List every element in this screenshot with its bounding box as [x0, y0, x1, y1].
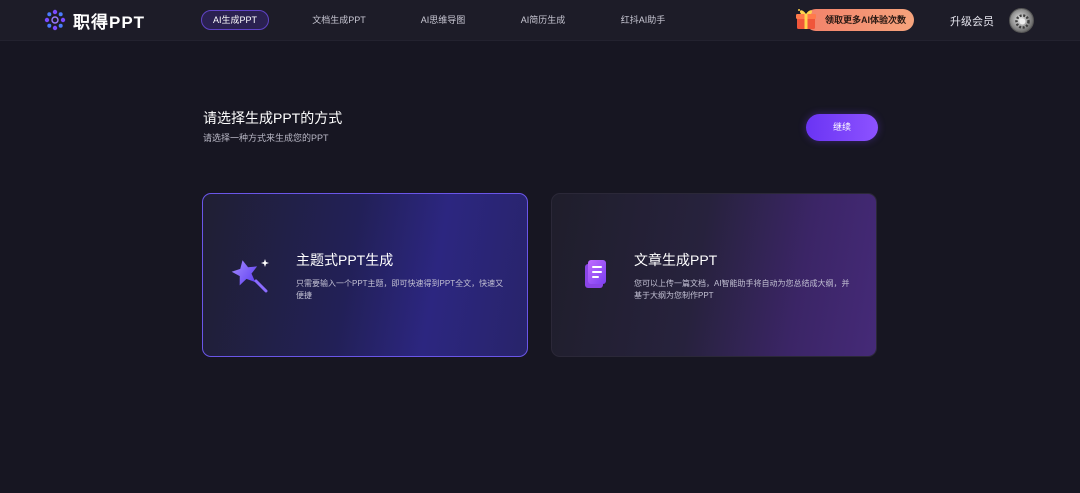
option-card-topic-ppt[interactable]: 主题式PPT生成 只需要输入一个PPT主题，即可快速得到PPT全文，快速又便捷	[202, 193, 528, 357]
option-card-article-ppt[interactable]: 文章生成PPT 您可以上传一篇文档，AI智能助手将自动为您总结成大纲，并基于大纲…	[551, 193, 877, 357]
page-title: 请选择生成PPT的方式	[203, 110, 343, 126]
page-subtitle: 请选择一种方式来生成您的PPT	[203, 133, 329, 143]
option-title: 主题式PPT生成	[296, 252, 394, 268]
logo-icon	[44, 9, 66, 31]
upgrade-membership-link[interactable]: 升级会员	[950, 13, 994, 29]
document-icon	[585, 260, 606, 288]
gift-icon	[796, 9, 816, 29]
option-description: 只需要输入一个PPT主题，即可快速得到PPT全文，快速又便捷	[296, 279, 504, 300]
tab-ai-mind-map[interactable]: AI思维导图	[410, 10, 476, 30]
avatar-gear-icon	[1015, 14, 1030, 29]
tab-ai-generate-ppt[interactable]: AI生成PPT	[201, 10, 269, 30]
claim-more-ai-uses-label: 领取更多AI体验次数	[825, 15, 907, 25]
tab-ai-resume[interactable]: AI简历生成	[510, 10, 576, 30]
option-description: 您可以上传一篇文档，AI智能助手将自动为您总结成大纲，并基于大纲为您制作PPT	[634, 279, 850, 300]
brand-name: 职得PPT	[73, 12, 146, 32]
magic-wand-icon	[231, 259, 269, 293]
option-title: 文章生成PPT	[634, 252, 718, 268]
brand-logo[interactable]: 职得PPT	[44, 9, 146, 32]
user-avatar[interactable]	[1009, 8, 1034, 33]
tab-douyin-ai-assistant[interactable]: 红抖AI助手	[610, 10, 676, 30]
top-navigation-bar: 职得PPT AI生成PPT 文档生成PPT AI思维导图 AI简历生成 红抖AI…	[0, 0, 1080, 41]
continue-button[interactable]: 继续	[806, 114, 878, 141]
tab-document-generate-ppt[interactable]: 文档生成PPT	[303, 10, 375, 30]
claim-more-ai-uses-button[interactable]: 领取更多AI体验次数	[805, 9, 914, 31]
